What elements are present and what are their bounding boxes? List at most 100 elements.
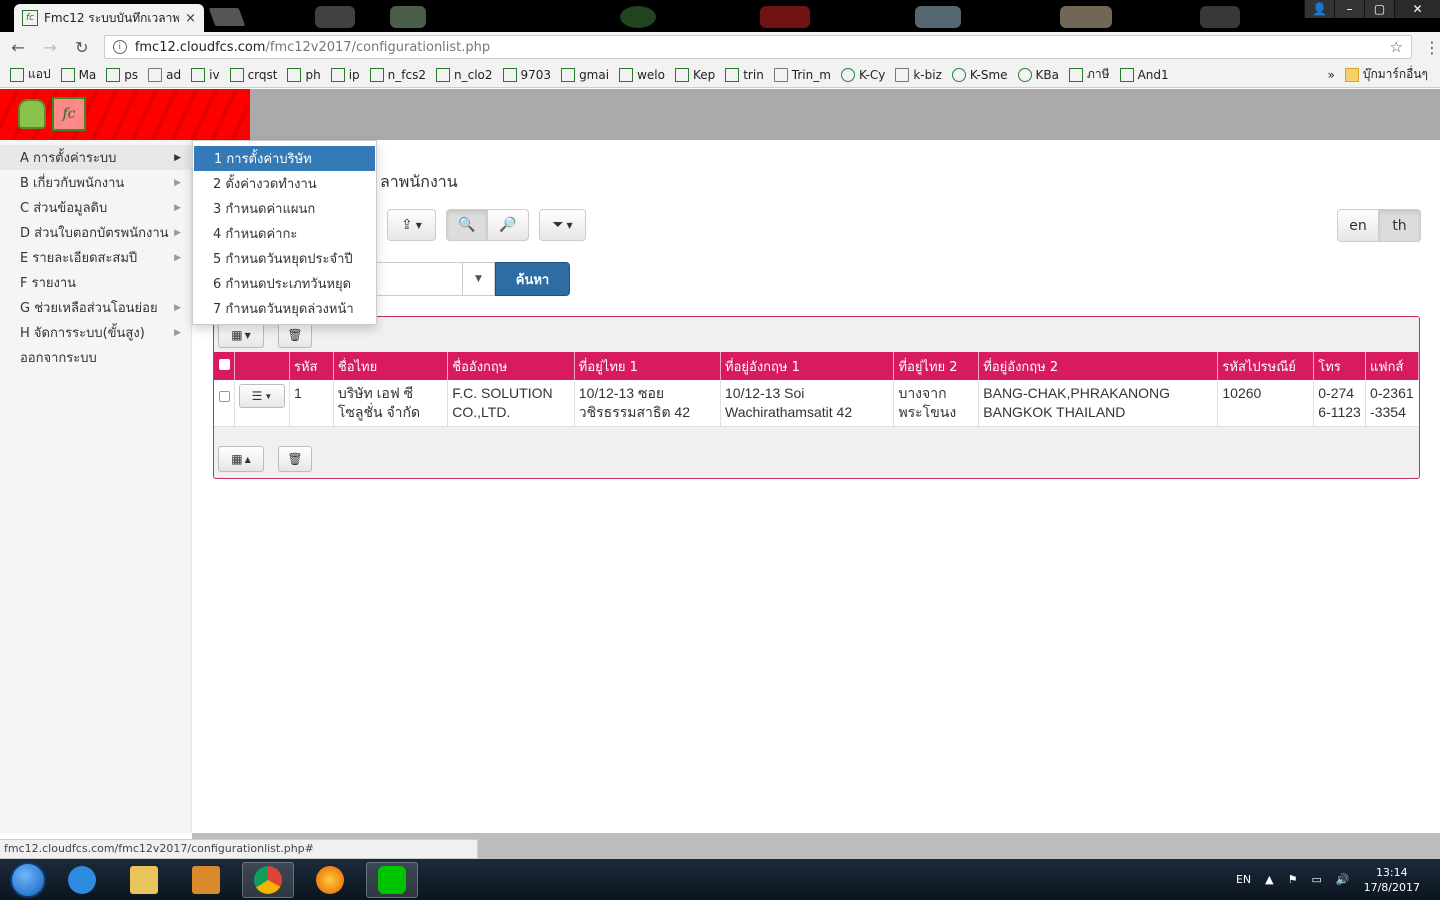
submenu-item[interactable]: 6 กำหนดประเภทวันหยุด: [193, 271, 376, 296]
row-menu-button[interactable]: ☰ ▼: [239, 384, 285, 408]
export-button[interactable]: ⇪ ▼: [387, 209, 436, 241]
taskbar-line[interactable]: [366, 861, 418, 898]
tray-arrow-icon[interactable]: ▲: [1265, 873, 1273, 886]
window-thumbnail: [915, 6, 961, 28]
bookmark-item[interactable]: K-Sme: [951, 67, 1008, 82]
caret-down-icon[interactable]: ▼: [462, 263, 494, 295]
select-all-checkbox[interactable]: [219, 358, 230, 370]
taskbar-ie[interactable]: [56, 862, 108, 898]
chevron-right-icon: ▶: [174, 327, 181, 338]
submenu-item[interactable]: 1 การตั้งค่าบริษัท: [194, 146, 375, 171]
delete-selected-button[interactable]: 🗑: [278, 322, 312, 348]
bookmark-item[interactable]: K-Cy: [840, 67, 885, 82]
bookmark-item[interactable]: ad: [148, 67, 181, 82]
browser-tab[interactable]: fc Fmc12 ระบบบันทึกเวลาพนั ×: [14, 4, 204, 32]
column-header[interactable]: ที่อยู่อังกฤษ 1: [720, 352, 895, 380]
bookmark-item[interactable]: ph: [287, 67, 321, 82]
sidebar-item[interactable]: F รายงาน: [0, 270, 191, 295]
network-icon[interactable]: ▭: [1311, 873, 1321, 886]
bookmark-item[interactable]: แอป: [10, 65, 51, 84]
bookmark-item[interactable]: Ma: [60, 67, 96, 82]
action-center-icon[interactable]: ⚑: [1288, 873, 1298, 886]
bookmark-item[interactable]: n_fcs2: [369, 67, 426, 82]
column-header[interactable]: ที่อยู่อังกฤษ 2: [978, 352, 1219, 380]
taskbar-media-player[interactable]: [180, 862, 232, 898]
column-header[interactable]: โทร: [1313, 352, 1367, 380]
bookmark-item[interactable]: trin: [725, 67, 764, 82]
bookmark-item[interactable]: k-biz: [895, 67, 942, 82]
input-language[interactable]: EN: [1236, 873, 1251, 886]
submenu-item[interactable]: 3 กำหนดค่าแผนก: [193, 196, 376, 221]
sidebar-item[interactable]: C ส่วนข้อมูลดิบ ▶: [0, 195, 191, 220]
advanced-search-button[interactable]: 🔎: [487, 209, 529, 241]
taskbar-explorer[interactable]: [118, 862, 170, 898]
volume-icon[interactable]: 🔊: [1336, 873, 1350, 886]
search-button[interactable]: ค้นหา: [495, 262, 570, 296]
column-header[interactable]: แฟกส์: [1365, 352, 1419, 380]
submenu-item[interactable]: 2 ตั้งค่างวดทำงาน: [193, 171, 376, 196]
android-icon: [1119, 67, 1134, 82]
column-header[interactable]: ชื่ออังกฤษ: [447, 352, 575, 380]
sidebar-item[interactable]: E รายละเอียดสะสมปี ▶: [0, 245, 191, 270]
bookmark-item[interactable]: And1: [1119, 67, 1169, 82]
clock[interactable]: 13:14 17/8/2017: [1364, 865, 1420, 895]
new-tab-button[interactable]: [208, 8, 246, 26]
delete-selected-button[interactable]: 🗑: [278, 446, 312, 472]
other-bookmarks-folder[interactable]: บุ๊กมาร์กอื่นๆ: [1344, 65, 1428, 84]
bookmarks-overflow-button[interactable]: »: [1328, 68, 1335, 82]
address-bar[interactable]: i fmc12.cloudfcs.com/fmc12v2017/configur…: [103, 35, 1412, 59]
bookmark-item[interactable]: welo: [619, 67, 665, 82]
bookmark-item[interactable]: ip: [330, 67, 360, 82]
bag-icon: [619, 67, 634, 82]
taskbar-chrome[interactable]: [242, 861, 294, 898]
bookmark-item[interactable]: ภาษี: [1069, 65, 1110, 84]
sidebar-item[interactable]: A การตั้งค่าระบบ ▶: [0, 145, 191, 170]
submenu-item[interactable]: 4 กำหนดค่ากะ: [193, 221, 376, 246]
sidebar-item[interactable]: B เกี่ยวกับพนักงาน ▶: [0, 170, 191, 195]
user-profile-icon[interactable]: 👤: [1304, 0, 1334, 18]
bookmark-item[interactable]: Kep: [674, 67, 715, 82]
column-header[interactable]: ที่อยู่ไทย 2: [893, 352, 980, 380]
search-toggle-button[interactable]: 🔍: [446, 209, 488, 241]
reload-icon[interactable]: ↻: [72, 38, 92, 57]
bookmark-item[interactable]: ps: [106, 67, 138, 82]
bookmark-label: KBa: [1035, 67, 1059, 82]
sidebar-item[interactable]: D ส่วนใบตอกบัตรพนักงาน ▶: [0, 220, 191, 245]
tab-close-icon[interactable]: ×: [185, 11, 196, 26]
column-header[interactable]: ชื่อไทย: [333, 352, 449, 380]
row-checkbox[interactable]: [219, 391, 230, 402]
back-arrow-icon[interactable]: ←: [8, 38, 28, 57]
info-icon[interactable]: i: [112, 40, 127, 54]
grid-options-button[interactable]: ▦ ▲: [218, 446, 264, 472]
forward-arrow-icon[interactable]: →: [40, 38, 60, 57]
submenu-item[interactable]: 5 กำหนดวันหยุดประจำปี: [193, 246, 376, 271]
submenu-item[interactable]: 7 กำหนดวันหยุดล่วงหน้า: [193, 296, 376, 321]
bookmark-item[interactable]: 9703: [502, 67, 551, 82]
column-header[interactable]: รหัส: [289, 352, 334, 380]
sidebar-item[interactable]: H จัดการระบบ(ขั้นสูง) ▶: [0, 320, 191, 345]
start-button[interactable]: [10, 861, 46, 898]
column-header[interactable]: ที่อยู่ไทย 1: [574, 352, 722, 380]
search-operator-select[interactable]: ▼: [377, 262, 495, 296]
bookmark-item[interactable]: KBa: [1017, 67, 1059, 82]
bookmark-item[interactable]: n_clo2: [436, 67, 493, 82]
grid-options-button[interactable]: ▦ ▼: [218, 322, 264, 348]
brand-banner[interactable]: fc: [0, 89, 250, 140]
close-window-button[interactable]: ✕: [1394, 0, 1440, 18]
table-row[interactable]: ☰ ▼ 1 บริษัท เอฟ ซี โซลูชั่น จำกัด F.C. S…: [214, 380, 1419, 427]
bookmark-item[interactable]: Trin_m: [773, 67, 831, 82]
lang-th-button[interactable]: th: [1379, 209, 1421, 242]
bookmark-item[interactable]: gmai: [561, 67, 609, 82]
browser-menu-icon[interactable]: ⋮: [1424, 38, 1440, 57]
filter-button[interactable]: ⏷ ▼: [539, 209, 586, 241]
column-header[interactable]: รหัสไปรษณีย์: [1217, 352, 1315, 380]
lang-en-button[interactable]: en: [1337, 209, 1379, 242]
taskbar-firefox[interactable]: [304, 862, 356, 898]
minimize-button[interactable]: –: [1334, 0, 1364, 18]
sidebar-item[interactable]: ออกจากระบบ: [0, 345, 191, 370]
bookmark-item[interactable]: iv: [191, 67, 220, 82]
bookmark-star-icon[interactable]: ☆: [1390, 38, 1403, 56]
restore-button[interactable]: ▢: [1364, 0, 1394, 18]
bookmark-item[interactable]: crqst: [229, 67, 277, 82]
sidebar-item[interactable]: G ช่วยเหลือส่วนโอนย่อย ▶: [0, 295, 191, 320]
